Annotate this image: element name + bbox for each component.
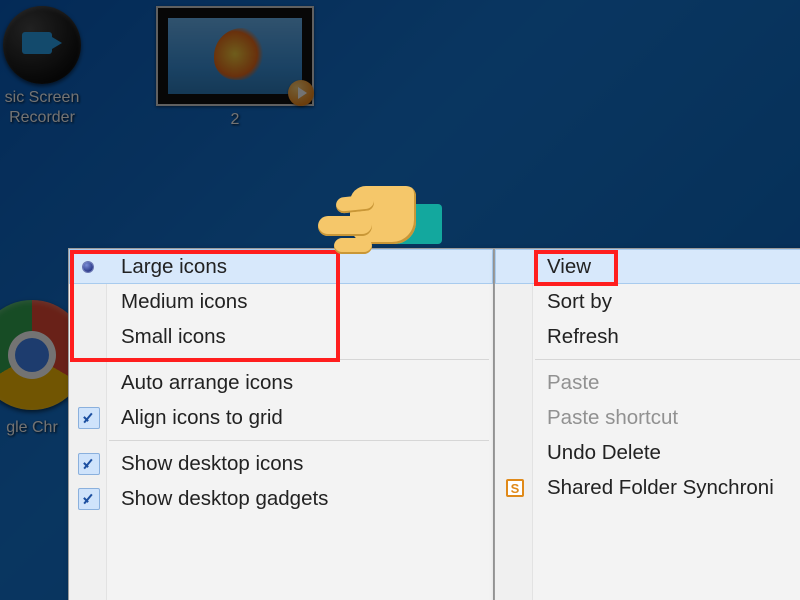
- menu-item-sort-by[interactable]: Sort by: [495, 284, 800, 319]
- menu-item-auto-arrange[interactable]: Auto arrange icons: [69, 365, 493, 400]
- shared-folder-s-icon: S: [506, 479, 524, 497]
- menu-item-show-gadgets[interactable]: Show desktop gadgets: [69, 481, 493, 516]
- menu-item-label: Show desktop gadgets: [121, 487, 328, 510]
- menu-item-label: Medium icons: [121, 290, 247, 313]
- menu-item-paste-shortcut: Paste shortcut: [495, 400, 800, 435]
- menu-item-label: Auto arrange icons: [121, 371, 293, 394]
- menu-item-label: Undo Delete: [547, 441, 661, 464]
- menu-item-shared-folder-sync[interactable]: S Shared Folder Synchroni: [495, 470, 800, 505]
- menu-item-label: Sort by: [547, 290, 612, 313]
- menu-separator: [109, 359, 489, 360]
- radio-selected-icon: [83, 262, 93, 272]
- menu-item-label: Large icons: [121, 255, 227, 278]
- menu-item-undo-delete[interactable]: Undo Delete: [495, 435, 800, 470]
- menu-item-small-icons[interactable]: Small icons: [69, 319, 493, 354]
- menu-item-label: Shared Folder Synchroni: [547, 476, 774, 499]
- menu-item-align-to-grid[interactable]: Align icons to grid: [69, 400, 493, 435]
- checkmark-icon: [78, 488, 100, 510]
- menu-item-label: Small icons: [121, 325, 226, 348]
- menu-separator: [535, 359, 800, 360]
- menu-item-medium-icons[interactable]: Medium icons: [69, 284, 493, 319]
- menu-item-show-desktop-icons[interactable]: Show desktop icons: [69, 446, 493, 481]
- menu-item-refresh[interactable]: Refresh: [495, 319, 800, 354]
- checkmark-icon: [78, 407, 100, 429]
- menu-item-paste: Paste: [495, 365, 800, 400]
- menu-item-large-icons[interactable]: Large icons: [69, 249, 493, 284]
- pointing-hand-icon: [388, 204, 442, 244]
- desktop-context-menu: View Sort by Refresh Paste Paste shortcu…: [494, 248, 800, 600]
- menu-item-view[interactable]: View: [495, 249, 800, 284]
- menu-item-label: Refresh: [547, 325, 619, 348]
- menu-item-label: View: [547, 255, 591, 278]
- menu-item-label: Paste shortcut: [547, 406, 678, 429]
- menu-separator: [109, 440, 489, 441]
- view-submenu: Large icons Medium icons Small icons Aut…: [68, 248, 494, 600]
- desktop[interactable]: sic Screen Recorder 2 gle Chr Large icon…: [0, 0, 800, 600]
- checkmark-icon: [78, 453, 100, 475]
- menu-item-label: Show desktop icons: [121, 452, 303, 475]
- menu-item-label: Align icons to grid: [121, 406, 283, 429]
- menu-item-label: Paste: [547, 371, 599, 394]
